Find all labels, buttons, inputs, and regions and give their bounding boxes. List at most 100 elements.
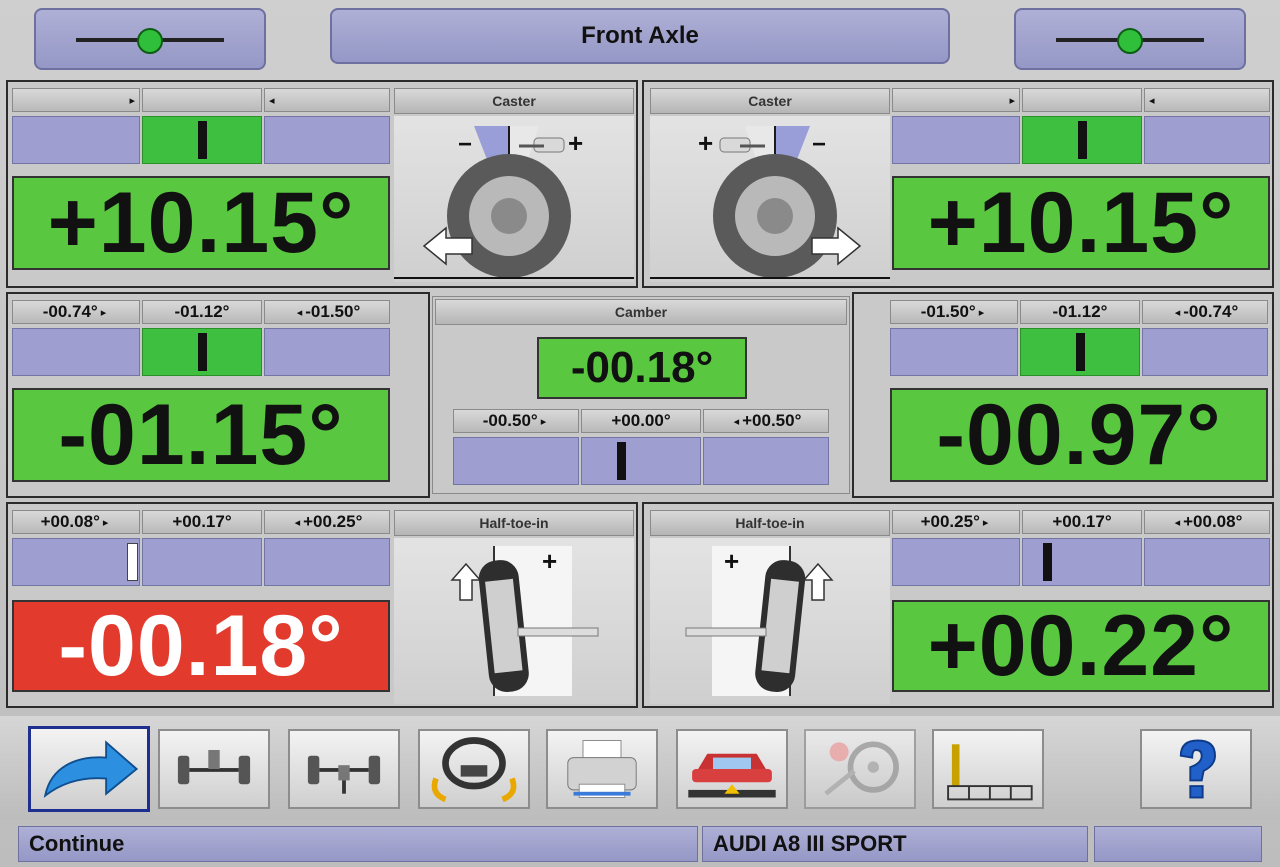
caster-right-tick-3: ◂ <box>1144 88 1270 112</box>
camber-left-panel: -00.74° ▸ -01.12° ◂ -01.50° -01.15° <box>6 292 430 498</box>
camber-left-needle <box>198 333 207 371</box>
caster-right-range-target <box>1022 116 1142 164</box>
caster-left-range-high <box>264 116 390 164</box>
caster-left-tick-3: ◂ <box>264 88 390 112</box>
toe-right-title: Half-toe-in <box>650 510 890 536</box>
plus-icon: + <box>568 128 583 158</box>
camber-cross-range-high <box>703 437 829 485</box>
toe-left-tick-3: ◂ +00.25° <box>264 510 390 534</box>
bar-graph-icon <box>947 744 1033 801</box>
camber-right-range-high <box>1142 328 1268 376</box>
caster-left-title: Caster <box>394 88 634 114</box>
toe-left-tick-2: +00.17° <box>142 510 262 534</box>
graph-button[interactable] <box>932 729 1044 809</box>
toe-left-needle <box>127 543 138 581</box>
plus-icon: + <box>542 546 557 576</box>
caster-right-tick-2 <box>1022 88 1142 112</box>
toe-right-value: +00.22° <box>892 598 1270 694</box>
minus-icon: − <box>812 131 826 158</box>
toe-left-range-target <box>142 538 262 586</box>
camber-left-tick-1: -00.74° ▸ <box>12 300 140 324</box>
camber-cross-range-low <box>453 437 579 485</box>
camber-right-tick-3: ◂ -00.74° <box>1142 300 1268 324</box>
continue-button[interactable] <box>28 726 150 812</box>
car-lift-icon <box>688 753 776 798</box>
toe-right-tick-1: +00.25° ▸ <box>892 510 1020 534</box>
page-title: Front Axle <box>330 8 950 64</box>
caster-left-range-target <box>142 116 262 164</box>
toe-right-range-low <box>892 538 1020 586</box>
help-icon <box>1179 739 1216 799</box>
camber-cross-range-target <box>581 437 701 485</box>
toe-left-value: -00.18° <box>12 598 390 694</box>
toe-left-range-low <box>12 538 140 586</box>
toe-right-range-target <box>1022 538 1142 586</box>
camber-left-range-low <box>12 328 140 376</box>
slider-knob-icon <box>137 28 163 54</box>
camber-left-range-high <box>264 328 390 376</box>
steering-button[interactable] <box>418 729 530 809</box>
camber-cross-tick-2: +00.00° <box>581 409 701 433</box>
caster-left-tick-2 <box>142 88 262 112</box>
caster-right-range-low <box>892 116 1020 164</box>
slider-knob-icon <box>1117 28 1143 54</box>
help-button[interactable] <box>1140 729 1252 809</box>
camber-right-panel: -01.50° ▸ -01.12° ◂ -00.74° -00.97° <box>852 292 1274 498</box>
caster-left-diagram: − + <box>394 116 634 282</box>
camber-right-tick-1: -01.50° ▸ <box>890 300 1018 324</box>
caster-right-needle <box>1078 121 1087 159</box>
caster-right-diagram: + − <box>650 116 890 282</box>
plus-icon: + <box>724 546 739 576</box>
camber-right-range-low <box>890 328 1018 376</box>
plus-icon: + <box>698 128 713 158</box>
caster-left-value: +10.15° <box>12 175 390 271</box>
camber-title: Camber <box>435 299 847 325</box>
minus-icon: − <box>458 131 472 158</box>
toe-left-range-high <box>264 538 390 586</box>
toe-right-range-high <box>1144 538 1270 586</box>
front-axle-icon <box>177 750 251 785</box>
toe-right-diagram: + <box>650 538 890 704</box>
left-slider-button[interactable] <box>34 8 266 70</box>
camber-right-tick-2: -01.12° <box>1020 300 1140 324</box>
caster-left-needle <box>198 121 207 159</box>
status-extra <box>1094 826 1262 862</box>
toe-right-panel: Half-toe-in + +00.25° ▸ +00.17° ◂ +00.08° … <box>642 502 1274 708</box>
camber-left-tick-3: ◂ -01.50° <box>264 300 390 324</box>
printer-icon <box>567 740 637 798</box>
caster-right-tick-1: ▸ <box>892 88 1020 112</box>
caster-right-title: Caster <box>650 88 890 114</box>
camber-left-range-target <box>142 328 262 376</box>
rear-axle-icon <box>307 755 381 794</box>
front-axle-button[interactable] <box>158 729 270 809</box>
camber-right-needle <box>1076 333 1085 371</box>
camber-right-value: -00.97° <box>890 387 1268 483</box>
rear-axle-button[interactable] <box>288 729 400 809</box>
caster-right-panel: Caster + − ▸ ◂ +10.15° <box>642 80 1274 288</box>
camber-cross-panel: Camber -00.18° -00.50° ▸ +00.00° ◂ +00.50° <box>432 296 850 494</box>
camber-cross-value: -00.18° <box>537 337 747 399</box>
print-button[interactable] <box>546 729 658 809</box>
camber-cross-needle <box>616 442 626 480</box>
continue-arrow-icon <box>43 740 139 798</box>
toe-left-title: Half-toe-in <box>394 510 634 536</box>
toe-left-tick-1: +00.08° ▸ <box>12 510 140 534</box>
camber-left-tick-2: -01.12° <box>142 300 262 324</box>
lift-button[interactable] <box>676 729 788 809</box>
toe-right-needle <box>1042 543 1052 581</box>
status-action: Continue <box>18 826 698 862</box>
steering-wheel-icon <box>431 737 517 803</box>
camber-cross-tick-1: -00.50° ▸ <box>453 409 579 433</box>
caster-right-range-high <box>1144 116 1270 164</box>
camber-right-range-target <box>1020 328 1140 376</box>
wheel-tools-button[interactable] <box>804 729 916 809</box>
caster-left-tick-1: ▸ <box>12 88 140 112</box>
right-slider-button[interactable] <box>1014 8 1246 70</box>
caster-left-range-low <box>12 116 140 164</box>
toe-right-tick-2: +00.17° <box>1022 510 1142 534</box>
wheel-tools-icon <box>824 741 899 796</box>
camber-cross-tick-3: ◂ +00.50° <box>703 409 829 433</box>
camber-left-value: -01.15° <box>12 387 390 483</box>
toe-left-panel: +00.08° ▸ +00.17° ◂ +00.25° -00.18° Half-t… <box>6 502 638 708</box>
toe-left-diagram: + <box>394 538 634 704</box>
